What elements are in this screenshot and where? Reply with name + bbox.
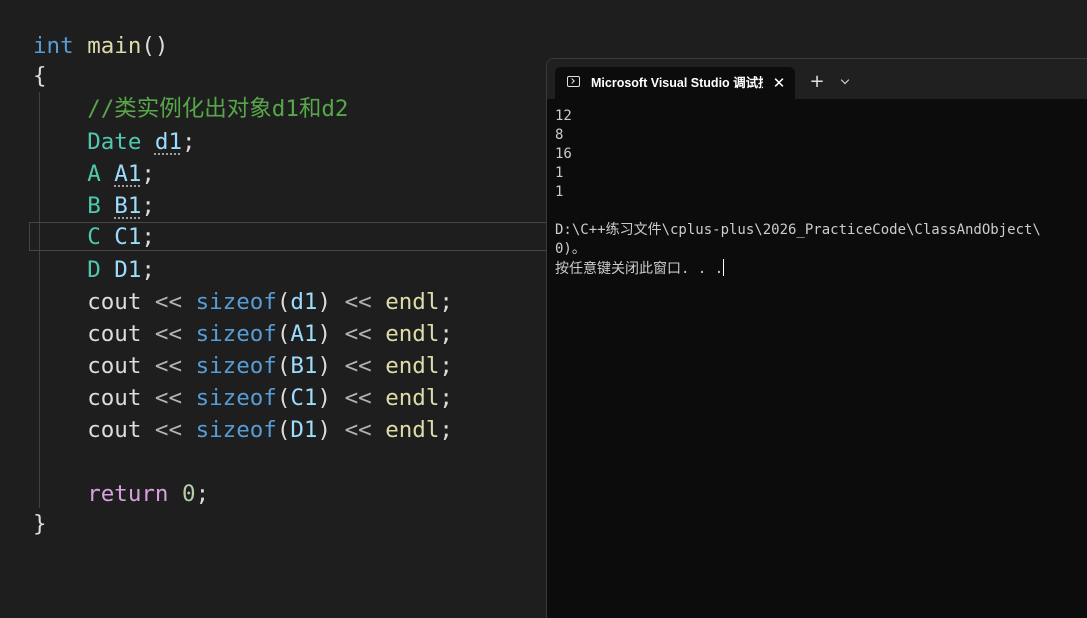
variable-name: d1 bbox=[154, 129, 183, 155]
console-line: D:\C++练习文件\cplus-plus\2026_PracticeCode\… bbox=[555, 222, 1041, 238]
semicolon: ; bbox=[195, 481, 210, 507]
endl-token: endl bbox=[385, 289, 440, 315]
open-brace: { bbox=[33, 63, 47, 89]
variable-name: B1 bbox=[114, 193, 142, 219]
argument-token: B1 bbox=[290, 353, 318, 379]
code-line-cout-a1[interactable]: cout << sizeof(A1) << endl; bbox=[33, 318, 453, 350]
argument-token: C1 bbox=[290, 385, 318, 411]
chevron-down-icon[interactable] bbox=[834, 71, 858, 95]
argument-token: d1 bbox=[290, 289, 318, 315]
code-line-date-d1[interactable]: Date d1; bbox=[33, 126, 196, 158]
code-line-c-c1[interactable]: C C1; bbox=[33, 221, 155, 253]
code-line-cout-d1-sizeof[interactable]: cout << sizeof(D1) << endl; bbox=[33, 414, 453, 446]
semicolon: ; bbox=[141, 161, 155, 187]
return-keyword: return bbox=[87, 481, 169, 507]
cout-token: cout bbox=[87, 385, 142, 411]
endl-token: endl bbox=[385, 385, 440, 411]
text-cursor bbox=[723, 259, 725, 276]
console-line: 12 bbox=[555, 108, 572, 124]
semicolon: ; bbox=[141, 257, 155, 283]
operator-token: << bbox=[344, 385, 372, 411]
console-prompt-text: 按任意键关闭此窗口. . . bbox=[555, 261, 724, 277]
parens: () bbox=[141, 33, 169, 59]
console-prompt-line: 按任意键关闭此窗口. . . bbox=[555, 259, 1087, 278]
console-tab-title: Microsoft Visual Studio 调试控制台 bbox=[591, 76, 763, 90]
console-tab[interactable]: Microsoft Visual Studio 调试控制台 ✕ bbox=[555, 67, 795, 99]
code-line-open-brace[interactable]: { bbox=[33, 60, 47, 92]
console-line: 0)。 bbox=[555, 241, 586, 257]
operator-token: << bbox=[344, 417, 372, 443]
semicolon: ; bbox=[141, 224, 155, 250]
sizeof-token: sizeof bbox=[195, 353, 277, 379]
function-name-main: main bbox=[87, 33, 142, 59]
console-line: 1 bbox=[555, 165, 564, 181]
keyword-int: int bbox=[33, 33, 74, 59]
argument-token: D1 bbox=[290, 417, 318, 443]
cout-token: cout bbox=[87, 321, 142, 347]
cout-token: cout bbox=[87, 353, 142, 379]
operator-token: << bbox=[344, 321, 372, 347]
type-name: D bbox=[87, 257, 101, 283]
variable-name: D1 bbox=[114, 257, 142, 283]
code-line-cout-d1[interactable]: cout << sizeof(d1) << endl; bbox=[33, 286, 453, 318]
endl-token: endl bbox=[385, 321, 440, 347]
close-icon[interactable]: ✕ bbox=[769, 73, 789, 93]
variable-name: A1 bbox=[114, 161, 142, 187]
code-line-a-a1[interactable]: A A1; bbox=[33, 158, 155, 190]
semicolon: ; bbox=[141, 193, 155, 219]
code-line-return[interactable]: return 0; bbox=[33, 478, 209, 510]
argument-token: A1 bbox=[290, 321, 318, 347]
console-output[interactable]: 12 8 16 1 1 D:\C++练习文件\cplus-plus\2026_P… bbox=[555, 107, 1087, 278]
code-line-comment[interactable]: //类实例化出对象d1和d2 bbox=[33, 93, 348, 125]
sizeof-token: sizeof bbox=[195, 385, 277, 411]
endl-token: endl bbox=[385, 353, 440, 379]
semicolon: ; bbox=[182, 129, 196, 155]
console-line: 1 bbox=[555, 184, 564, 200]
debug-console-window[interactable]: Microsoft Visual Studio 调试控制台 ✕ + 12 8 1… bbox=[546, 58, 1087, 618]
sizeof-token: sizeof bbox=[195, 289, 277, 315]
type-name: B bbox=[87, 193, 101, 219]
sizeof-token: sizeof bbox=[195, 417, 277, 443]
console-line: 8 bbox=[555, 127, 564, 143]
endl-token: endl bbox=[385, 417, 440, 443]
code-line-d-d1[interactable]: D D1; bbox=[33, 254, 155, 286]
terminal-icon bbox=[567, 76, 580, 87]
number-literal: 0 bbox=[182, 481, 196, 507]
code-line-b-b1[interactable]: B B1; bbox=[33, 190, 155, 222]
code-line-cout-c1[interactable]: cout << sizeof(C1) << endl; bbox=[33, 382, 453, 414]
type-name: A bbox=[87, 161, 101, 187]
cout-token: cout bbox=[87, 417, 142, 443]
console-tab-bar: Microsoft Visual Studio 调试控制台 ✕ + bbox=[547, 59, 1087, 99]
operator-token: << bbox=[154, 289, 183, 315]
operator-token: << bbox=[154, 417, 183, 443]
operator-token: << bbox=[344, 289, 372, 315]
console-line: 16 bbox=[555, 146, 572, 162]
operator-token: << bbox=[154, 385, 183, 411]
code-line-main-signature[interactable]: int main() bbox=[33, 30, 168, 62]
sizeof-token: sizeof bbox=[195, 321, 277, 347]
comment-text: //类实例化出对象d1和d2 bbox=[87, 96, 349, 122]
close-brace: } bbox=[33, 511, 47, 537]
code-line-cout-b1[interactable]: cout << sizeof(B1) << endl; bbox=[33, 350, 453, 382]
operator-token: << bbox=[154, 353, 183, 379]
variable-name: C1 bbox=[114, 224, 142, 250]
new-tab-button[interactable]: + bbox=[805, 71, 829, 95]
type-name: C bbox=[87, 224, 101, 250]
type-name: Date bbox=[87, 129, 142, 155]
cout-token: cout bbox=[87, 289, 142, 315]
operator-token: << bbox=[344, 353, 372, 379]
operator-token: << bbox=[154, 321, 183, 347]
code-line-close-brace[interactable]: } bbox=[33, 508, 47, 540]
